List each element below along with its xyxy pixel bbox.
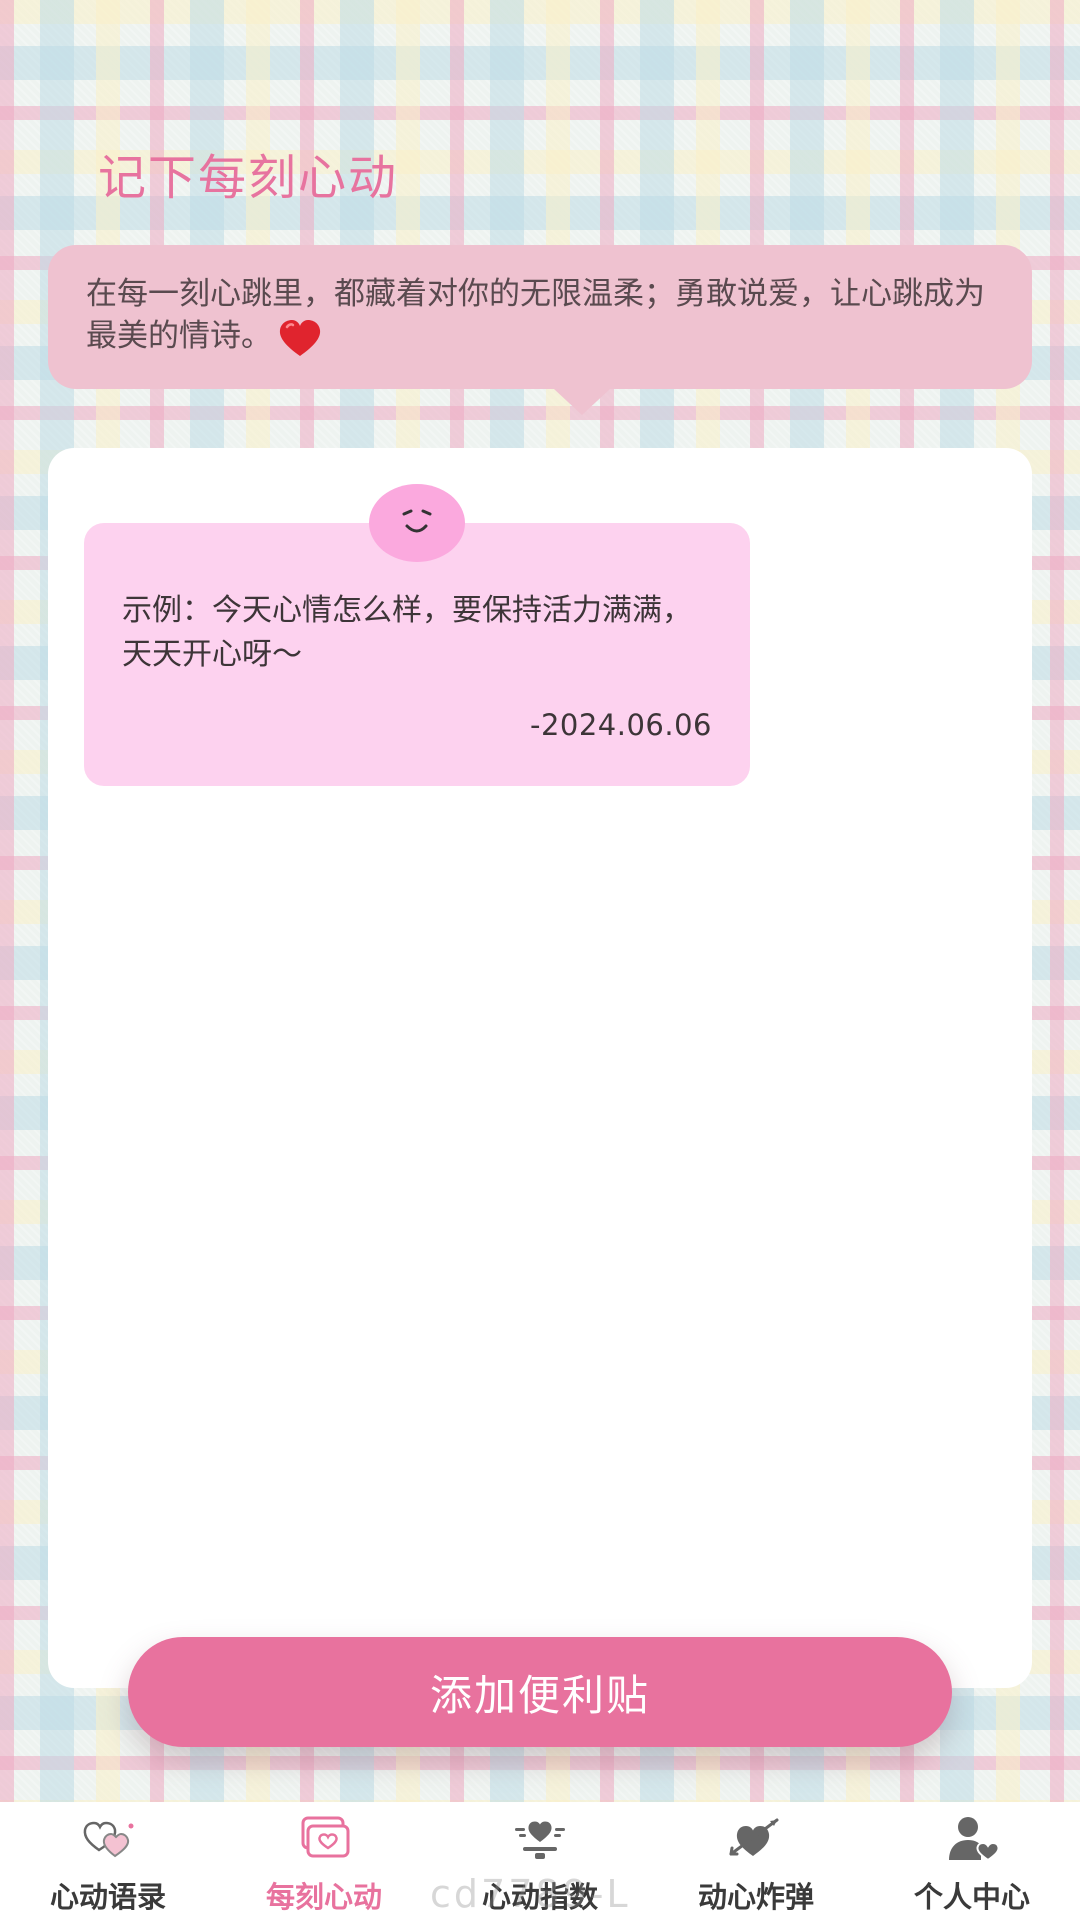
- sticky-note[interactable]: 示例：今天心情怎么样，要保持活力满满，天天开心呀～ -2024.06.06: [84, 484, 750, 786]
- nav-label-moments: 每刻心动: [265, 1880, 382, 1914]
- nav-label-bomb: 动心炸弹: [697, 1880, 814, 1914]
- nav-item-quotes[interactable]: 心动语录: [0, 1802, 216, 1920]
- nav-item-bomb[interactable]: 动心炸弹: [648, 1802, 864, 1920]
- arrow-heart-icon: [729, 1818, 779, 1856]
- nav-label-profile: 个人中心: [913, 1880, 1030, 1914]
- user-heart-icon: [949, 1817, 1000, 1862]
- page-title: 记下每刻心动: [98, 150, 399, 206]
- nav-label-index: 心动指数: [481, 1880, 598, 1914]
- quote-bubble: 在每一刻心跳里，都藏着对你的无限温柔；勇敢说爱，让心跳成为最美的情诗。: [48, 245, 1032, 415]
- nav-item-profile[interactable]: 个人中心: [864, 1802, 1080, 1920]
- nav-item-index[interactable]: 心动指数: [432, 1802, 648, 1920]
- note-date: -2024.06.06: [529, 708, 712, 742]
- card-heart-icon: [301, 1816, 350, 1858]
- nav-label-quotes: 心动语录: [49, 1880, 166, 1914]
- note-text: 示例：今天心情怎么样，要保持活力满满，天天开心呀～: [122, 593, 692, 672]
- hearts-icon: [83, 1821, 134, 1858]
- nav-item-moments[interactable]: 每刻心动: [216, 1802, 432, 1920]
- add-sticky-note-button[interactable]: 添加便利贴: [128, 1637, 952, 1747]
- quote-text: 在每一刻心跳里，都藏着对你的无限温柔；勇敢说爱，让心跳成为最美的情诗。: [86, 276, 985, 354]
- smile-face-icon: [369, 484, 465, 562]
- bottom-nav: 心动语录 每刻心动 心动指数 动心炸弹 个人中心: [0, 1802, 1080, 1920]
- heart-meter-icon: [515, 1821, 565, 1859]
- red-heart-icon: [279, 319, 321, 356]
